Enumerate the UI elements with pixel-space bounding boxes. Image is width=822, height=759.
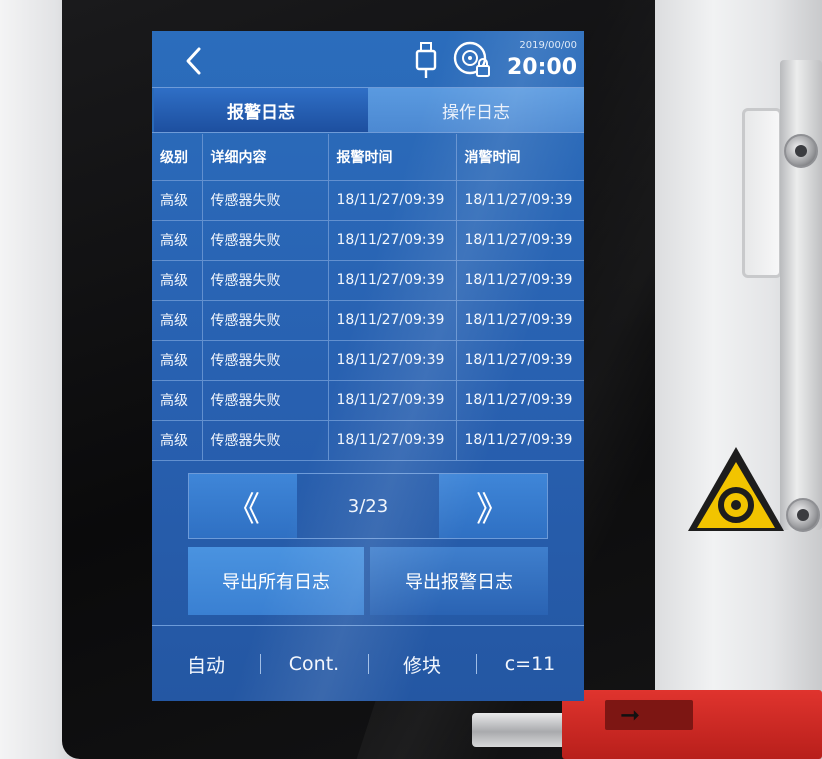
- cell-alarm-time: 18/11/27/09:39: [328, 380, 457, 421]
- status-block: 修块: [402, 654, 441, 677]
- cell-clear-time: 18/11/27/09:39: [456, 260, 584, 301]
- date-display: 2019/00/00: [519, 40, 577, 51]
- red-handle-window: [605, 700, 693, 730]
- biohazard-icon: [718, 487, 754, 523]
- cell-detail: 传感器失败: [202, 260, 329, 301]
- cell-alarm-time: 18/11/27/09:39: [328, 420, 457, 461]
- table-row[interactable]: 高级 传感器失败 18/11/27/09:39 18/11/27/09:39: [152, 300, 584, 341]
- cell-alarm-time: 18/11/27/09:39: [328, 180, 457, 221]
- cell-clear-time: 18/11/27/09:39: [456, 340, 584, 381]
- pagination: 《 3/23 》: [188, 473, 548, 539]
- export-all-logs-button[interactable]: 导出所有日志: [188, 547, 364, 615]
- cell-clear-time: 18/11/27/09:39: [456, 220, 584, 261]
- screen-header: 2019/00/00 20:00: [152, 31, 584, 87]
- back-button[interactable]: [176, 43, 212, 79]
- cell-alarm-time: 18/11/27/09:39: [328, 260, 457, 301]
- cell-detail: 传感器失败: [202, 180, 329, 221]
- alarm-log-table: 级别 详细内容 报警时间 消警时间 高级 传感器失败 18/11/27/09:3…: [152, 134, 584, 461]
- column-header-alarm-time: 报警时间: [328, 134, 457, 181]
- cell-clear-time: 18/11/27/09:39: [456, 380, 584, 421]
- tab-operation-log[interactable]: 操作日志: [368, 88, 584, 132]
- double-chevron-left-icon: 《: [226, 489, 260, 530]
- status-cont: Cont.: [288, 653, 340, 675]
- cell-alarm-time: 18/11/27/09:39: [328, 300, 457, 341]
- cell-level: 高级: [152, 340, 203, 381]
- lock-disc-icon: [453, 41, 490, 77]
- cell-level: 高级: [152, 180, 203, 221]
- cell-detail: 传感器失败: [202, 420, 329, 461]
- machine-rail: [780, 60, 822, 530]
- column-header-clear-time: 消警时间: [456, 134, 584, 181]
- export-alarm-logs-button[interactable]: 导出报警日志: [370, 547, 548, 615]
- next-page-button[interactable]: 》: [439, 474, 547, 538]
- cell-clear-time: 18/11/27/09:39: [456, 180, 584, 221]
- screw-icon: [784, 134, 818, 168]
- cell-level: 高级: [152, 300, 203, 341]
- cell-level: 高级: [152, 380, 203, 421]
- column-header-detail: 详细内容: [202, 134, 329, 181]
- touchscreen: 2019/00/00 20:00 报警日志 操作日志 级别 详细内容 报警时间 …: [152, 31, 584, 701]
- table-row[interactable]: 高级 传感器失败 18/11/27/09:39 18/11/27/09:39: [152, 380, 584, 421]
- usb-icon: [415, 42, 437, 78]
- cell-clear-time: 18/11/27/09:39: [456, 420, 584, 461]
- table-row[interactable]: 高级 传感器失败 18/11/27/09:39 18/11/27/09:39: [152, 260, 584, 301]
- arrow-right-icon: ➞: [620, 701, 641, 729]
- table-row[interactable]: 高级 传感器失败 18/11/27/09:39 18/11/27/09:39: [152, 180, 584, 221]
- back-chevron-icon: [186, 47, 201, 75]
- double-chevron-right-icon: 》: [476, 489, 510, 530]
- table-row[interactable]: 高级 传感器失败 18/11/27/09:39 18/11/27/09:39: [152, 220, 584, 261]
- log-tabs: 报警日志 操作日志: [152, 87, 584, 133]
- status-mode: 自动: [186, 654, 225, 677]
- tab-alarm-log[interactable]: 报警日志: [154, 88, 368, 132]
- cell-detail: 传感器失败: [202, 340, 329, 381]
- status-bar: 自动 Cont. 修块 c=11: [152, 625, 584, 701]
- column-header-level: 级别: [152, 134, 203, 181]
- cell-level: 高级: [152, 420, 203, 461]
- screw-icon: [786, 498, 820, 532]
- table-row[interactable]: 高级 传感器失败 18/11/27/09:39 18/11/27/09:39: [152, 340, 584, 381]
- page-indicator: 3/23: [347, 495, 389, 517]
- table-header-row: 级别 详细内容 报警时间 消警时间: [152, 134, 584, 181]
- cell-alarm-time: 18/11/27/09:39: [328, 340, 457, 381]
- cell-clear-time: 18/11/27/09:39: [456, 300, 584, 341]
- cell-detail: 传感器失败: [202, 380, 329, 421]
- cell-level: 高级: [152, 260, 203, 301]
- cell-level: 高级: [152, 220, 203, 261]
- cell-alarm-time: 18/11/27/09:39: [328, 220, 457, 261]
- cell-detail: 传感器失败: [202, 300, 329, 341]
- cell-detail: 传感器失败: [202, 220, 329, 261]
- table-row[interactable]: 高级 传感器失败 18/11/27/09:39 18/11/27/09:39: [152, 420, 584, 461]
- status-count: c=11: [504, 653, 556, 675]
- previous-page-button[interactable]: 《: [189, 474, 297, 538]
- machine-bracket: [742, 108, 782, 278]
- time-display: 20:00: [506, 55, 577, 80]
